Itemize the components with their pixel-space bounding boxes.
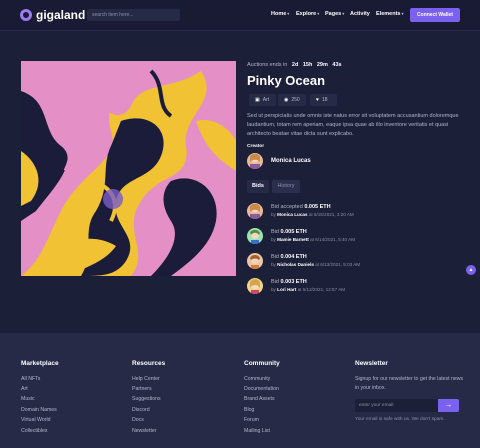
footer-heading: Resources [132,360,166,367]
arrow-right-icon: → [444,400,453,409]
chevron-down-icon: ▾ [401,11,404,16]
avatar[interactable] [247,278,263,294]
heart-icon: ♥ [316,97,319,103]
likes-badge[interactable]: ♥ 18 [310,94,337,106]
tab-history[interactable]: History [272,180,300,193]
artwork-image [21,61,236,276]
footer-link[interactable]: Docs [132,417,144,423]
creator-name[interactable]: Monica Lucas [271,158,311,164]
footer-link[interactable]: Community [244,376,270,382]
site-header: gigaland search item here... Home▾ Explo… [0,0,480,31]
bid-summary: Bid accepted 0.005 ETH [271,204,331,210]
bid-summary: Bid 0.005 ETH [271,229,307,235]
footer-link[interactable]: Brand Assets [244,396,275,402]
connect-wallet-button[interactable]: Connect Wallet [410,8,460,22]
newsletter-note: Your email is safe with us. We don't spa… [355,417,445,422]
auction-countdown: Auctions ends in 2d 15h 29m 43s [247,62,342,68]
footer-link[interactable]: Domain Names [21,407,57,413]
footer-link[interactable]: Mailing List [244,428,270,434]
chevron-down-icon: ▾ [342,11,345,16]
site-footer: Marketplace All NFTs Art Music Domain Na… [0,333,480,448]
footer-link[interactable]: Collectibles [21,428,48,434]
bidder-link[interactable]: Nicholas Daniels [277,262,314,267]
footer-link[interactable]: Documentation [244,386,279,392]
chevron-down-icon: ▾ [287,11,290,16]
footer-heading: Community [244,360,280,367]
bidder-link[interactable]: Lori Hart [277,287,296,292]
bid-summary: Bid 0.004 ETH [271,254,307,260]
bid-meta: by Nicholas Daniels at 6/13/2021, 5:03 A… [271,262,361,267]
nav-pages[interactable]: Pages▾ [325,11,344,17]
footer-link[interactable]: Partners [132,386,152,392]
nav-elements[interactable]: Elements▾ [376,11,403,17]
bid-meta: by Lori Hart at 6/12/2021, 12:57 AM [271,287,346,292]
avatar[interactable] [247,228,263,244]
scroll-to-top-button[interactable]: ▲ [466,265,476,275]
bidder-link[interactable]: Mamie Barnett [277,237,309,242]
avatar[interactable] [247,203,263,219]
footer-heading: Marketplace [21,360,59,367]
chevron-up-icon: ▲ [468,267,474,273]
footer-link[interactable]: Forum [244,417,259,423]
creator-label: Creator [247,144,265,149]
nav-home[interactable]: Home▾ [271,11,289,17]
nav-activity[interactable]: Activity [350,11,370,17]
newsletter-text: Signup for our newsletter to get the lat… [355,376,464,391]
tab-bids[interactable]: Bids [247,180,269,193]
views-badge: ◉ 250 [278,94,306,106]
eye-icon: ◉ [284,97,289,103]
footer-link[interactable]: Art [21,386,28,392]
search-input[interactable]: search item here... [87,9,180,21]
avatar[interactable] [247,253,263,269]
item-description: Sed ut perspiciatis unde omnis iste natu… [247,113,459,137]
footer-link[interactable]: Help Center [132,376,160,382]
item-title: Pinky Ocean [247,73,326,88]
footer-link[interactable]: Music [21,396,35,402]
subscribe-button[interactable]: → [438,399,459,412]
footer-link[interactable]: Newsletter [132,428,157,434]
logo-icon [20,9,32,21]
bid-meta: by Mamie Barnett at 6/14/2021, 5:40 AM [271,237,356,242]
avatar[interactable] [247,153,263,169]
footer-link[interactable]: Virtual World [21,417,51,423]
logo-text: gigaland [36,8,86,22]
footer-link[interactable]: Blog [244,407,254,413]
logo[interactable]: gigaland [20,8,85,22]
bidder-link[interactable]: Monica Lucas [277,212,307,217]
footer-link[interactable]: Discord [132,407,150,413]
bid-summary: Bid 0.003 ETH [271,279,307,285]
chevron-down-icon: ▾ [317,11,320,16]
footer-link[interactable]: Suggestions [132,396,161,402]
footer-heading: Newsletter [355,360,388,367]
image-icon: ▣ [255,97,260,103]
footer-link[interactable]: All NFTs [21,376,40,382]
email-field[interactable]: enter your email [355,399,438,412]
category-badge[interactable]: ▣ Art [249,94,276,106]
nav-explore[interactable]: Explore▾ [296,11,319,17]
bid-meta: by Monica Lucas at 6/15/2021, 3:20 AM [271,212,354,217]
